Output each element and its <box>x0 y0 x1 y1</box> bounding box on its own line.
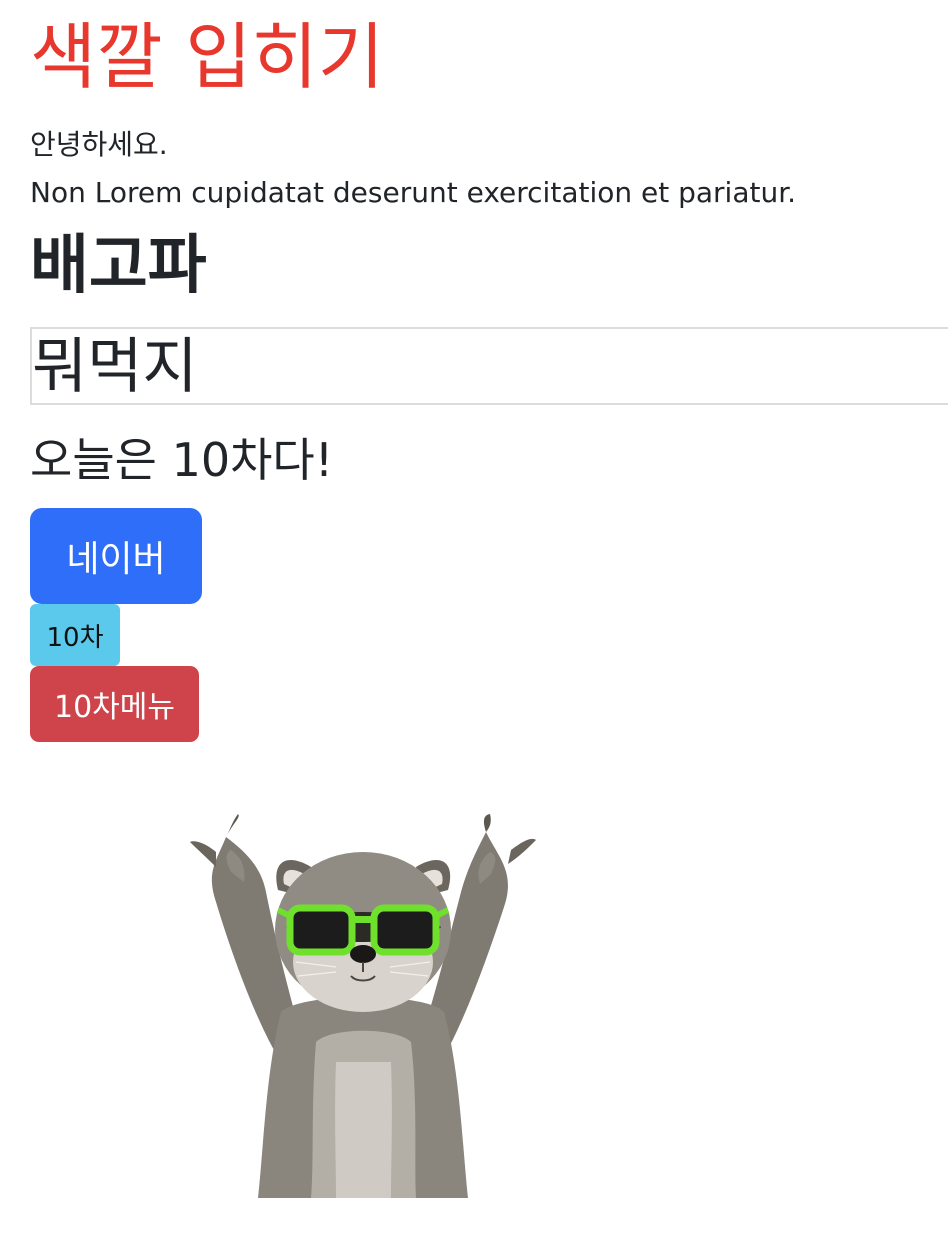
10cha-menu-button[interactable]: 10차메뉴 <box>30 666 199 742</box>
raccoon-image <box>190 814 536 1198</box>
page: 색깔 입히기 안녕하세요. Non Lorem cupidatat deseru… <box>0 0 948 1250</box>
greeting-text: 안녕하세요. <box>30 128 168 161</box>
lorem-text: Non Lorem cupidatat deserunt exercitatio… <box>30 176 797 209</box>
bordered-box: 뭐먹지 <box>30 327 948 405</box>
hungry-heading: 배고파 <box>30 229 207 303</box>
page-title: 색깔 입히기 <box>30 15 385 99</box>
today-heading: 오늘은 10차다! <box>30 433 334 487</box>
what-to-eat-text: 뭐먹지 <box>32 332 198 402</box>
10cha-button[interactable]: 10차 <box>30 604 120 666</box>
naver-button[interactable]: 네이버 <box>30 508 202 604</box>
